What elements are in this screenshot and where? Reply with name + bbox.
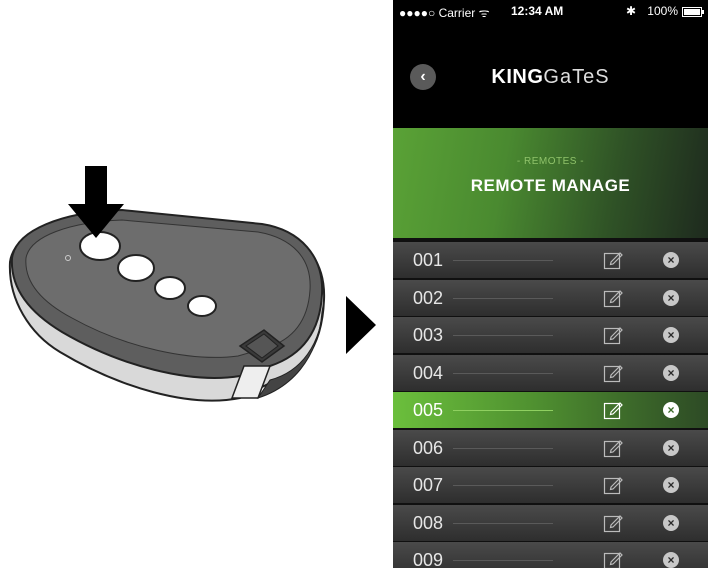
edit-icon[interactable] [603, 550, 623, 568]
logo-light-text: GaTeS [543, 66, 610, 88]
edit-icon[interactable] [603, 513, 623, 533]
remote-button-1 [79, 231, 121, 261]
page-title: REMOTE MANAGE [470, 176, 631, 195]
remote-row[interactable]: 003 × [393, 317, 708, 353]
bluetooth-icon: ✱ [625, 4, 636, 18]
delete-icon[interactable]: × [663, 514, 679, 531]
delete-icon[interactable]: × [663, 402, 679, 418]
remote-number: 008 [413, 512, 444, 533]
phone-screen: ●●●●○ Carrier ᯤ 12:34 AM ✱ 100% ‹ KINGGa… [393, 0, 708, 568]
row-divider [453, 372, 553, 374]
delete-icon[interactable]: × [663, 252, 679, 268]
remote-row[interactable]: 004 × [393, 354, 708, 391]
edit-icon[interactable] [603, 363, 623, 383]
delete-icon[interactable]: × [663, 477, 679, 493]
remote-number: 004 [413, 362, 444, 383]
battery-icon [682, 7, 704, 17]
status-bar: ●●●●○ Carrier ᯤ 12:34 AM ✱ 100% [393, 0, 708, 22]
edit-icon[interactable] [603, 288, 623, 308]
edit-icon[interactable] [603, 475, 623, 495]
row-divider [453, 447, 553, 449]
remote-button-3 [154, 276, 186, 300]
row-divider [453, 335, 553, 336]
remote-button-2 [117, 254, 155, 282]
remote-number: 002 [413, 287, 444, 308]
remote-row[interactable]: 009 × [393, 542, 708, 568]
remote-row[interactable]: 008 × [393, 504, 708, 541]
edit-icon[interactable] [603, 438, 623, 458]
remote-row[interactable]: 001 × [393, 242, 708, 278]
row-divider [453, 560, 553, 561]
remote-row[interactable]: 006 × [393, 429, 708, 466]
remote-control-illustration [8, 166, 376, 402]
carrier-label: ●●●●○ Carrier ᯤ [399, 6, 490, 20]
remote-number: 003 [413, 325, 444, 345]
remote-number: 006 [413, 437, 444, 458]
delete-icon[interactable]: × [663, 552, 679, 568]
play-arrow-icon [346, 296, 376, 354]
section-banner: - REMOTES - REMOTE MANAGE [393, 128, 708, 238]
row-divider [453, 410, 553, 411]
remote-row[interactable]: 007 × [393, 467, 708, 503]
remote-button-4 [187, 295, 217, 317]
remote-row[interactable]: 002 × [393, 279, 708, 316]
logo-bold-text: KING [491, 66, 544, 88]
remote-row[interactable]: 005 × [393, 392, 708, 428]
delete-icon[interactable]: × [663, 439, 679, 456]
clock: 12:34 AM [511, 4, 564, 18]
edit-icon[interactable] [603, 400, 623, 420]
remote-number: 005 [413, 400, 444, 420]
app-header: ‹ KINGGaTeS [393, 22, 708, 128]
row-divider [453, 260, 553, 261]
edit-icon[interactable] [603, 325, 623, 345]
delete-icon[interactable]: × [663, 327, 679, 343]
remote-number: 009 [413, 550, 444, 568]
delete-icon[interactable]: × [663, 289, 679, 306]
remote-body [8, 208, 326, 402]
remote-number: 001 [413, 250, 444, 270]
banner-subtitle: - REMOTES - [516, 156, 585, 167]
row-divider [453, 297, 553, 299]
edit-icon[interactable] [603, 250, 623, 270]
row-divider [453, 485, 553, 486]
delete-icon[interactable]: × [663, 364, 679, 381]
row-divider [453, 522, 553, 524]
battery-percentage: 100% [647, 4, 678, 18]
remote-number: 007 [413, 475, 444, 495]
brand-logo: KINGGaTeS [393, 66, 708, 89]
